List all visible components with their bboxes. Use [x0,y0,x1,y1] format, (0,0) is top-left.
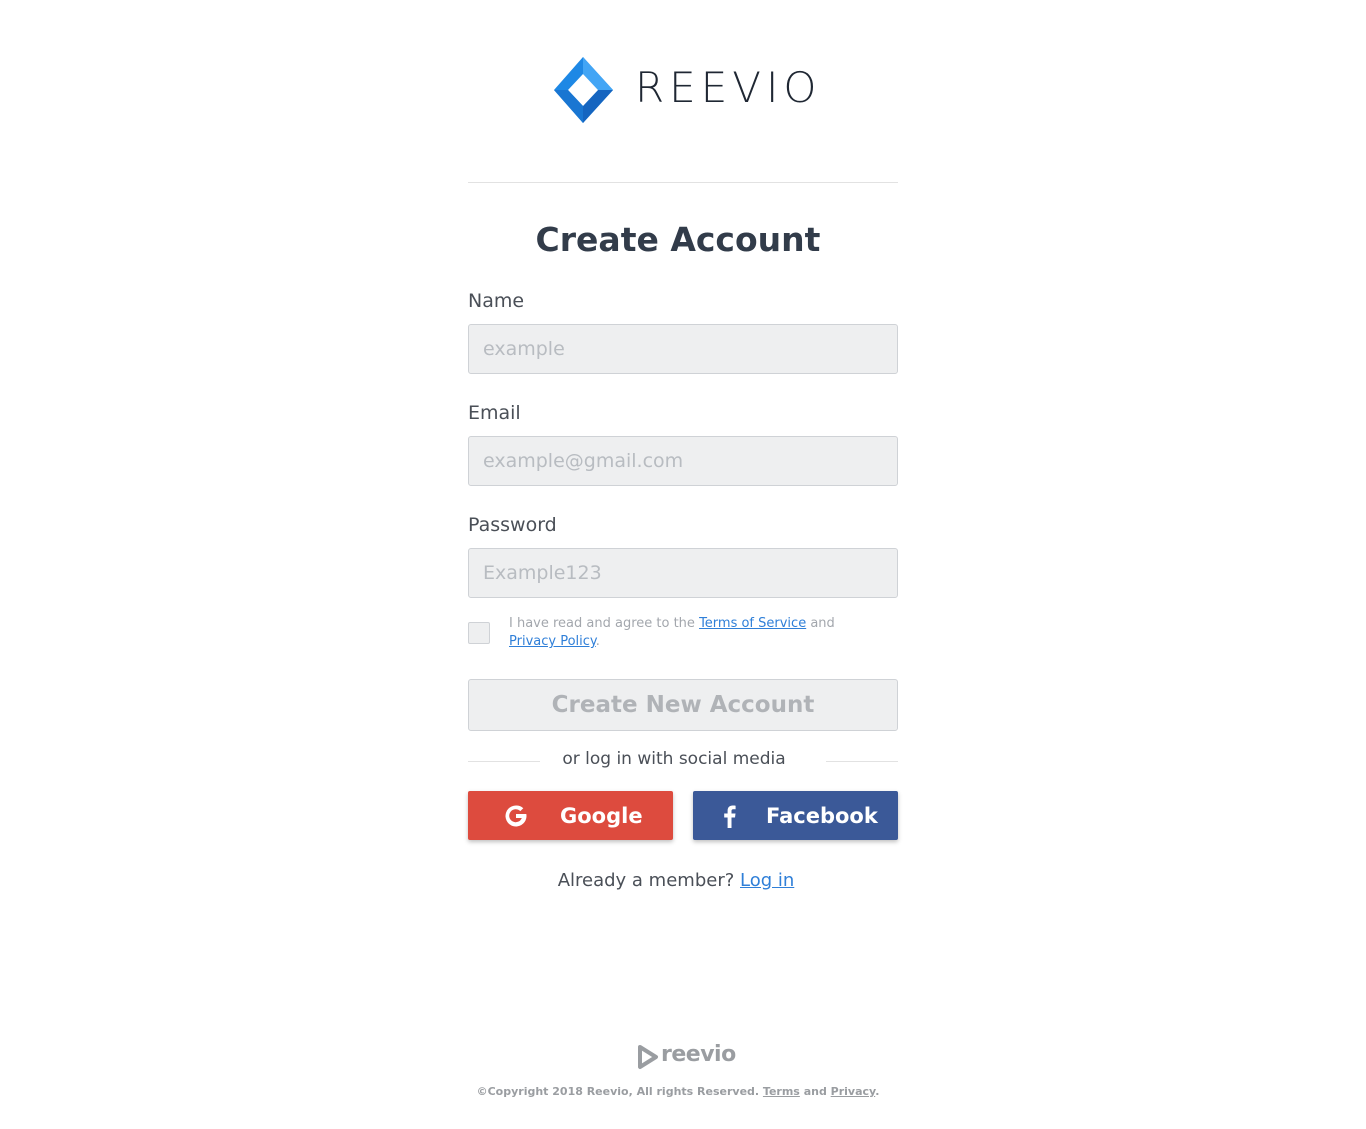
google-login-button[interactable]: Google [468,791,673,840]
copyright-text: ©Copyright 2018 Reevio, All rights Reser… [476,1085,763,1098]
password-input[interactable] [468,548,898,598]
agree-checkbox[interactable] [468,622,490,644]
footer-suffix: . [875,1085,880,1098]
google-icon [505,805,527,827]
email-input[interactable] [468,436,898,486]
social-divider-left [468,761,540,762]
footer-and: and [799,1085,831,1098]
facebook-label: Facebook [766,804,878,828]
google-label: Google [560,804,643,828]
facebook-login-button[interactable]: Facebook [693,791,898,840]
login-prompt: Already a member? Log in [468,870,884,891]
name-label: Name [468,290,525,312]
agree-text: I have read and agree to the Terms of Se… [509,615,879,651]
social-divider-text: or log in with social media [562,749,786,769]
footer-wordmark: reevio [661,1042,736,1067]
reevio-logo: REEVIO [553,56,816,126]
login-link[interactable]: Log in [740,870,794,891]
password-label: Password [468,514,557,536]
email-label: Email [468,402,521,424]
login-prompt-text: Already a member? [557,870,740,891]
terms-of-service-link[interactable]: Terms of Service [699,616,806,631]
footer-privacy-link[interactable]: Privacy [831,1085,876,1098]
social-divider-right [826,761,898,762]
footer-logo: reevio [637,1042,737,1070]
privacy-policy-link[interactable]: Privacy Policy [509,634,596,649]
facebook-icon [724,805,736,828]
reevio-diamond-icon [554,57,613,123]
footer-terms-link[interactable]: Terms [763,1085,800,1098]
logo-wordmark: REEVIO [635,63,822,112]
agree-middle: and [806,616,835,631]
header-divider [468,182,898,183]
page-title: Create Account [535,220,821,259]
agree-suffix: . [595,634,600,649]
agree-prefix: I have read and agree to the [509,616,700,631]
name-input[interactable] [468,324,898,374]
play-icon [638,1045,658,1069]
copyright: ©Copyright 2018 Reevio, All rights Reser… [468,1085,888,1098]
create-account-button[interactable]: Create New Account [468,679,898,731]
